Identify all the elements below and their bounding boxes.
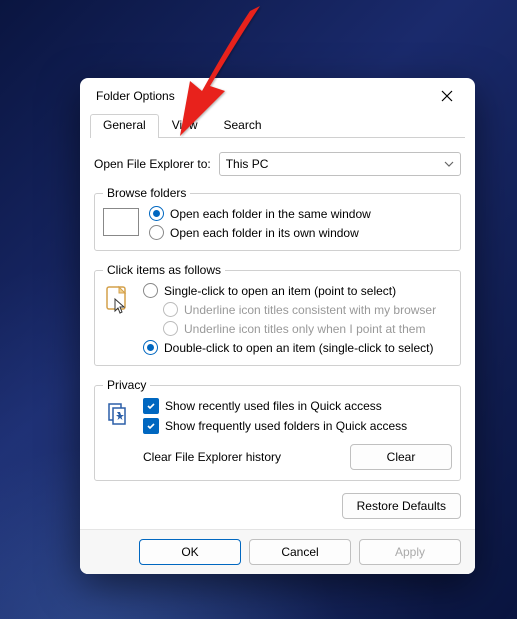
checkbox-icon [143, 418, 159, 434]
clear-history-label: Clear File Explorer history [143, 450, 281, 464]
dialog-footer: OK Cancel Apply [80, 529, 475, 574]
chevron-down-icon [444, 161, 454, 167]
radio-single-click[interactable]: Single-click to open an item (point to s… [143, 283, 436, 298]
check-frequent-folders[interactable]: Show frequently used folders in Quick ac… [143, 418, 407, 434]
radio-same-window[interactable]: Open each folder in the same window [149, 206, 371, 221]
click-icon [103, 285, 133, 315]
quick-access-icon [103, 400, 133, 430]
browse-legend: Browse folders [103, 186, 190, 200]
radio-icon [163, 302, 178, 317]
radio-double-click[interactable]: Double-click to open an item (single-cli… [143, 340, 436, 355]
window-title: Folder Options [96, 89, 175, 103]
titlebar: Folder Options [80, 78, 475, 114]
click-items-group: Click items as follows Single-click to o… [94, 263, 461, 366]
close-icon [441, 90, 453, 102]
clear-button[interactable]: Clear [350, 444, 452, 470]
open-to-value: This PC [226, 157, 269, 171]
radio-underline-browser: Underline icon titles consistent with my… [163, 302, 436, 317]
radio-own-window[interactable]: Open each folder in its own window [149, 225, 371, 240]
radio-icon [149, 225, 164, 240]
radio-icon [143, 340, 158, 355]
radio-icon [143, 283, 158, 298]
restore-defaults-button[interactable]: Restore Defaults [342, 493, 461, 519]
close-button[interactable] [425, 80, 469, 112]
click-legend: Click items as follows [103, 263, 225, 277]
cancel-button[interactable]: Cancel [249, 539, 351, 565]
tab-view[interactable]: View [159, 114, 211, 137]
radio-icon [149, 206, 164, 221]
check-recent-files[interactable]: Show recently used files in Quick access [143, 398, 407, 414]
window-icon [103, 208, 139, 236]
tab-search[interactable]: Search [211, 114, 275, 137]
open-to-label: Open File Explorer to: [94, 157, 211, 171]
privacy-legend: Privacy [103, 378, 150, 392]
browse-folders-group: Browse folders Open each folder in the s… [94, 186, 461, 251]
radio-icon [163, 321, 178, 336]
privacy-group: Privacy Show [94, 378, 461, 481]
apply-button[interactable]: Apply [359, 539, 461, 565]
ok-button[interactable]: OK [139, 539, 241, 565]
checkbox-icon [143, 398, 159, 414]
tab-strip: General View Search [90, 114, 465, 138]
open-to-combobox[interactable]: This PC [219, 152, 461, 176]
tab-general[interactable]: General [90, 114, 159, 137]
folder-options-window: Folder Options General View Search Open … [80, 78, 475, 574]
radio-underline-point: Underline icon titles only when I point … [163, 321, 436, 336]
